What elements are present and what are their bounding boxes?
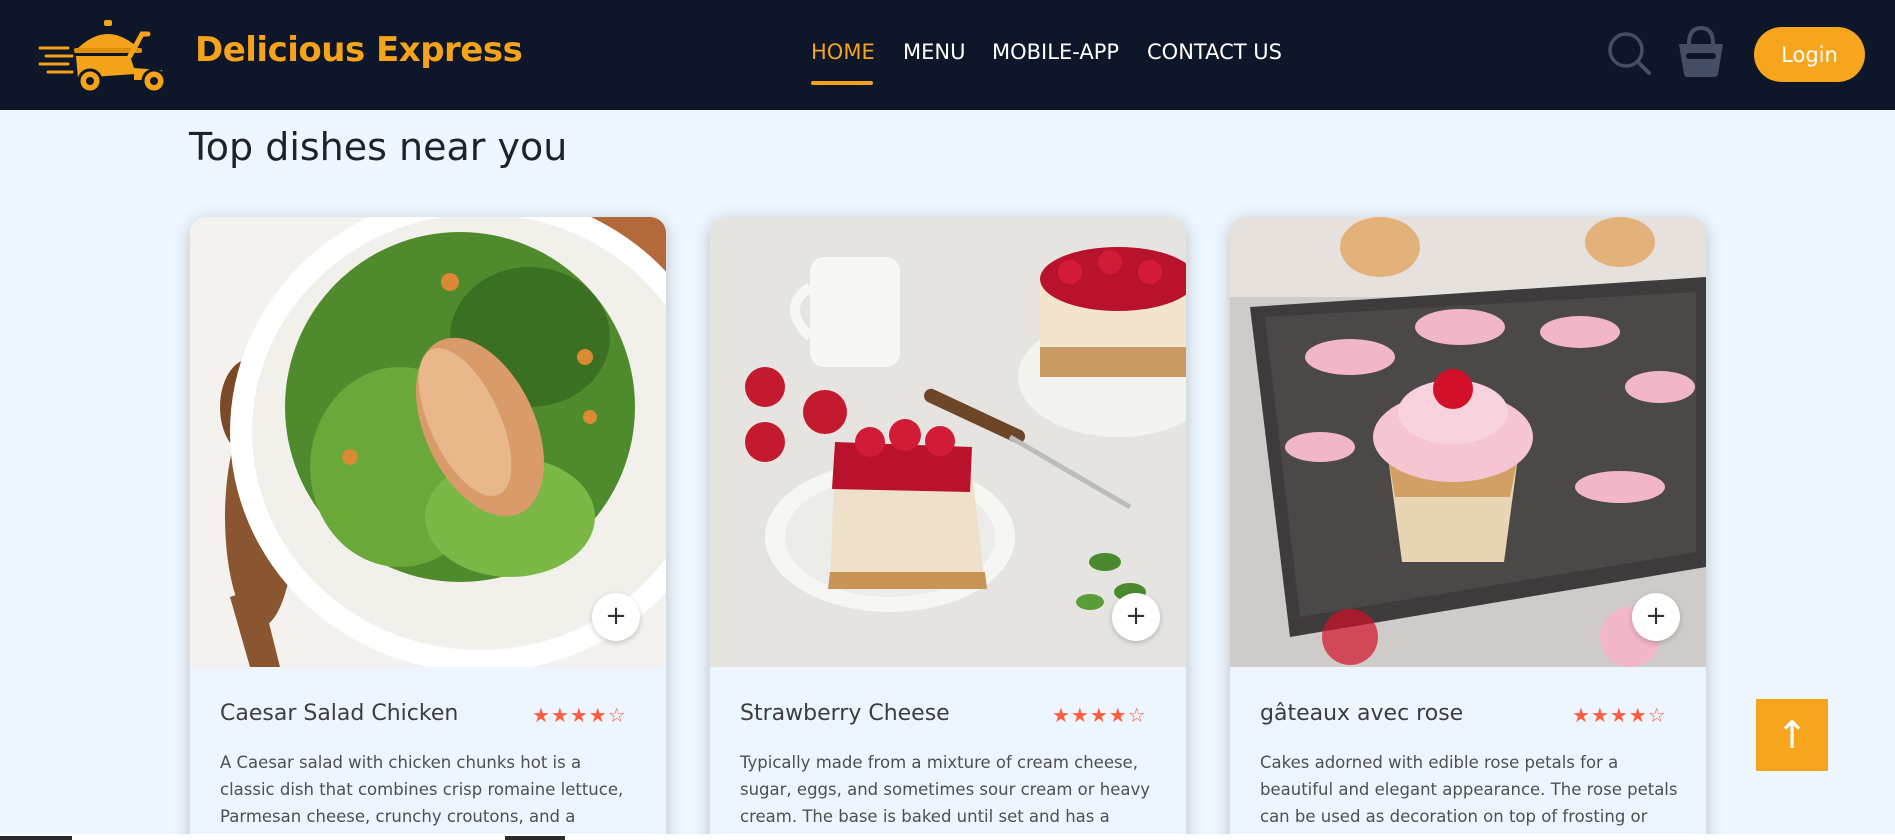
bottom-edge-mark (505, 836, 565, 840)
nav-menu[interactable]: MENU (903, 40, 965, 64)
rating-stars: ★★★★☆ (1572, 703, 1667, 727)
dish-description: A Caesar salad with chicken chunks hot i… (220, 753, 624, 840)
dish-image-gateaux-avec-rose (1230, 217, 1706, 667)
dish-image-caesar-salad (190, 217, 666, 667)
rating-stars: ★★★★☆ (1052, 703, 1147, 727)
nav-mobile-app[interactable]: MOBILE-APP (992, 40, 1119, 64)
add-to-cart-button[interactable]: + (592, 593, 640, 641)
dish-card[interactable]: + Caesar Salad Chicken ★★★★☆ A Caesar sa… (190, 217, 666, 840)
dish-name: Strawberry Cheese (740, 701, 950, 726)
delivery-scooter-logo-icon[interactable] (38, 18, 170, 94)
nav-active-underline (811, 81, 873, 85)
top-navbar: Delicious Express HOME MENU MOBILE-APP C… (0, 0, 1895, 110)
section-title: Top dishes near you (189, 125, 568, 169)
bottom-edge-mark (0, 836, 72, 840)
add-to-cart-button[interactable]: + (1112, 593, 1160, 641)
add-to-cart-button[interactable]: + (1632, 593, 1680, 641)
dish-card[interactable]: + Strawberry Cheese ★★★★☆ Typically made… (710, 217, 1186, 840)
dish-name: gâteaux avec rose (1260, 701, 1464, 726)
dish-name: Caesar Salad Chicken (220, 701, 459, 726)
dish-description: Cakes adorned with edible rose petals fo… (1260, 753, 1678, 826)
dish-description: Typically made from a mixture of cream c… (740, 753, 1151, 840)
nav-home[interactable]: HOME (811, 40, 875, 64)
arrow-up-icon: ↑ (1776, 713, 1808, 757)
rating-stars: ★★★★☆ (532, 703, 627, 727)
basket-icon[interactable] (1676, 24, 1726, 78)
nav-contact-us[interactable]: CONTACT US (1147, 40, 1282, 64)
scroll-to-top-button[interactable]: ↑ (1756, 699, 1828, 771)
bottom-edge (0, 834, 1895, 840)
dish-image-strawberry-cheese (710, 217, 1186, 667)
dish-card[interactable]: + gâteaux avec rose ★★★★☆ Cakes adorned … (1230, 217, 1706, 840)
login-button[interactable]: Login (1754, 27, 1865, 82)
brand-name[interactable]: Delicious Express (195, 30, 523, 70)
search-icon[interactable] (1606, 30, 1652, 76)
